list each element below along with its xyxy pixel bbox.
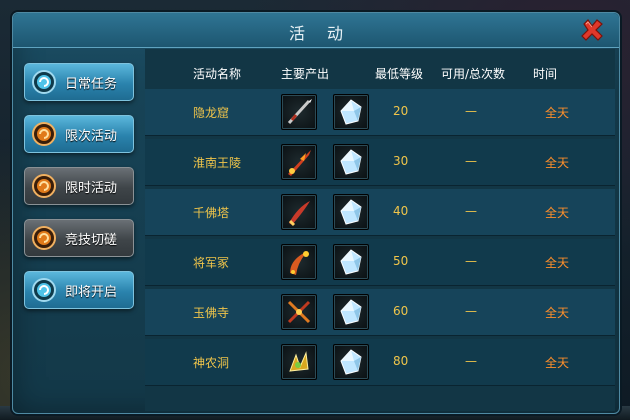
title-bar: 活动 bbox=[13, 13, 619, 48]
reward-slot[interactable] bbox=[281, 294, 317, 330]
activity-name: 将军冢 bbox=[193, 256, 230, 270]
min-level: 60 bbox=[393, 304, 409, 318]
activity-name: 玉佛寺 bbox=[193, 306, 230, 320]
orange-orb-icon bbox=[32, 174, 56, 198]
reward-slot[interactable] bbox=[281, 244, 317, 280]
window-title: 活动 bbox=[288, 24, 365, 43]
sidebar-item-coming-soon[interactable]: 即将开启 bbox=[24, 271, 134, 309]
min-level: 50 bbox=[393, 254, 409, 268]
sidebar-item-label: 即将开启 bbox=[65, 284, 118, 300]
table-row[interactable]: 淮南王陵 30 — 全天 bbox=[145, 139, 615, 186]
table-header: 活动名称 主要产出 最低等级 可用/总次数 时间 bbox=[145, 65, 615, 89]
category-sidebar: 日常任务 限次活动 限时活动 竞技切磋 即将开启 bbox=[15, 49, 141, 411]
activity-name: 隐龙窟 bbox=[193, 106, 230, 120]
sidebar-item-label: 限次活动 bbox=[65, 128, 118, 144]
sidebar-item-label: 竞技切磋 bbox=[65, 232, 118, 248]
reward-slot[interactable] bbox=[333, 294, 369, 330]
sidebar-item-timed-events[interactable]: 限时活动 bbox=[24, 167, 134, 205]
activity-time: 全天 bbox=[545, 106, 570, 120]
activity-window: 活动 日常任务 限次活动 限时活动 竞技切磋 即将开启 活动名称 主要产出 最低… bbox=[12, 12, 620, 414]
sidebar-item-label: 日常任务 bbox=[65, 76, 118, 92]
flame-blade-icon bbox=[288, 150, 311, 176]
reward-slot[interactable] bbox=[333, 94, 369, 130]
available-count: — bbox=[465, 354, 477, 368]
available-count: — bbox=[465, 254, 477, 268]
reward-slot[interactable] bbox=[333, 144, 369, 180]
min-level: 20 bbox=[393, 104, 409, 118]
table-row[interactable]: 将军冢 50 — 全天 bbox=[145, 239, 615, 286]
header-time: 时间 bbox=[533, 67, 558, 81]
diamond-gem-icon bbox=[340, 199, 362, 225]
min-level: 40 bbox=[393, 204, 409, 218]
sidebar-item-arena[interactable]: 竞技切磋 bbox=[24, 219, 134, 257]
activity-name: 神农洞 bbox=[193, 356, 230, 370]
available-count: — bbox=[465, 304, 477, 318]
table-row[interactable]: 千佛塔 40 — 全天 bbox=[145, 189, 615, 236]
sidebar-item-daily-tasks[interactable]: 日常任务 bbox=[24, 63, 134, 101]
available-count: — bbox=[465, 154, 477, 168]
header-name: 活动名称 bbox=[193, 67, 242, 81]
available-count: — bbox=[465, 104, 477, 118]
table-row[interactable]: 玉佛寺 60 — 全天 bbox=[145, 289, 615, 336]
diamond-gem-icon bbox=[340, 149, 362, 175]
spear-icon bbox=[287, 99, 312, 125]
cyan-orb-icon bbox=[32, 70, 56, 94]
reward-slot[interactable] bbox=[281, 194, 317, 230]
reward-slot[interactable] bbox=[333, 344, 369, 380]
activity-name: 千佛塔 bbox=[193, 206, 230, 220]
reward-slot[interactable] bbox=[333, 244, 369, 280]
header-count: 可用/总次数 bbox=[441, 67, 506, 81]
diamond-gem-icon bbox=[340, 249, 362, 275]
reward-slot[interactable] bbox=[333, 194, 369, 230]
orange-orb-icon bbox=[32, 122, 56, 146]
activity-table: 活动名称 主要产出 最低等级 可用/总次数 时间 隐龙窟 20 — 全天 淮南王… bbox=[145, 49, 615, 411]
close-icon bbox=[581, 19, 603, 41]
header-output: 主要产出 bbox=[281, 67, 330, 81]
activity-time: 全天 bbox=[545, 256, 570, 270]
activity-time: 全天 bbox=[545, 306, 570, 320]
diamond-gem-icon bbox=[340, 99, 362, 125]
sidebar-item-label: 限时活动 bbox=[65, 180, 118, 196]
reward-slot[interactable] bbox=[281, 94, 317, 130]
golden-claw-icon bbox=[289, 351, 309, 372]
table-row[interactable]: 神农洞 80 — 全天 bbox=[145, 339, 615, 386]
min-level: 30 bbox=[393, 154, 409, 168]
min-level: 80 bbox=[393, 354, 409, 368]
reward-slot[interactable] bbox=[281, 344, 317, 380]
activity-name: 淮南王陵 bbox=[193, 156, 242, 170]
reward-slot[interactable] bbox=[281, 144, 317, 180]
diamond-gem-icon bbox=[340, 299, 362, 325]
activity-time: 全天 bbox=[545, 356, 570, 370]
saber-icon bbox=[288, 201, 310, 227]
cross-axe-icon bbox=[287, 300, 311, 324]
available-count: — bbox=[465, 204, 477, 218]
activity-time: 全天 bbox=[545, 156, 570, 170]
close-button[interactable] bbox=[579, 17, 605, 43]
curved-blade-icon bbox=[290, 251, 309, 275]
orange-orb-icon bbox=[32, 226, 56, 250]
diamond-gem-icon bbox=[340, 349, 362, 375]
table-row[interactable]: 隐龙窟 20 — 全天 bbox=[145, 89, 615, 136]
cyan-orb-icon bbox=[32, 278, 56, 302]
sidebar-item-limited-count[interactable]: 限次活动 bbox=[24, 115, 134, 153]
activity-time: 全天 bbox=[545, 206, 570, 220]
header-level: 最低等级 bbox=[375, 67, 424, 81]
